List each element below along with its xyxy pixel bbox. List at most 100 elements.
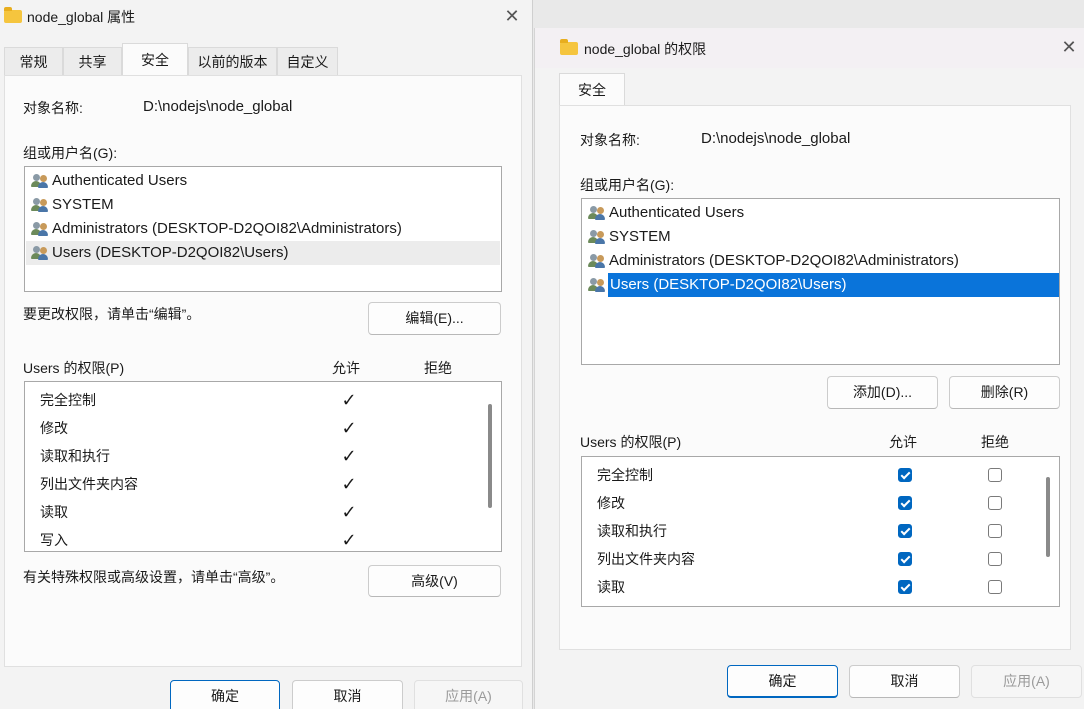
apply-button[interactable]: 应用(A) (971, 665, 1082, 698)
object-name-label: 对象名称: (23, 100, 83, 116)
allow-check-icon: ✓ (341, 446, 357, 466)
permission-row: 修改 (582, 489, 1059, 517)
deny-checkbox[interactable] (988, 580, 1002, 594)
window-title: node_global 属性 (27, 9, 136, 25)
close-icon[interactable]: ✕ (502, 6, 522, 26)
cancel-button[interactable]: 取消 (849, 665, 960, 698)
permission-name: 完全控制 (40, 392, 96, 408)
deny-checkbox[interactable] (988, 552, 1002, 566)
cancel-button[interactable]: 取消 (292, 680, 403, 709)
permission-row: 完全控制 (582, 461, 1059, 489)
tab-general[interactable]: 常规 (4, 47, 63, 75)
permissions-list: 完全控制 修改 读取和执行 列出文件夹内容 读取 (581, 456, 1060, 607)
users-group-icon (31, 221, 49, 237)
user-name: Administrators (DESKTOP-D2QOI82\Administ… (52, 220, 402, 237)
allow-header: 允许 (889, 434, 917, 450)
permission-name: 列出文件夹内容 (40, 476, 138, 492)
deny-checkbox[interactable] (988, 524, 1002, 538)
users-group-icon (588, 253, 606, 269)
list-item[interactable]: Administrators (DESKTOP-D2QOI82\Administ… (26, 217, 500, 241)
permission-row: 读取和执行 (582, 517, 1059, 545)
advanced-button[interactable]: 高级(V) (368, 565, 501, 597)
deny-checkbox[interactable] (988, 468, 1002, 482)
allow-checkbox[interactable] (898, 552, 912, 566)
group-user-label: 组或用户名(G): (580, 177, 675, 193)
user-name: SYSTEM (609, 228, 671, 245)
user-name: Users (DESKTOP-D2QOI82\Users) (52, 244, 289, 261)
permission-row: 列出文件夹内容 (582, 545, 1059, 573)
tab-security[interactable]: 安全 (122, 43, 188, 75)
permission-name: 修改 (40, 420, 68, 436)
permission-row: 完全控制 ✓ (25, 386, 501, 414)
remove-button[interactable]: 删除(R) (949, 376, 1060, 409)
title-bar: node_global 的权限 ✕ (535, 28, 1084, 68)
list-item[interactable]: SYSTEM (583, 225, 1058, 249)
scrollbar-thumb[interactable] (1046, 477, 1050, 557)
list-item[interactable]: Authenticated Users (26, 169, 500, 193)
selected-user-name: Users (DESKTOP-D2QOI82\Users) (608, 273, 1059, 297)
allow-check-icon: ✓ (341, 502, 357, 522)
group-user-label: 组或用户名(G): (23, 145, 118, 161)
tab-security[interactable]: 安全 (559, 73, 625, 105)
add-button-label: 添加(D)... (852, 384, 913, 400)
permission-name: 读取 (40, 504, 68, 520)
allow-check-icon: ✓ (341, 418, 357, 438)
tab-customize[interactable]: 自定义 (277, 47, 338, 75)
folder-icon (4, 7, 22, 23)
users-group-icon (31, 197, 49, 213)
user-list[interactable]: Authenticated Users SYSTEM Administrator… (581, 198, 1060, 365)
permission-row: 读取 (582, 573, 1059, 601)
list-item[interactable]: SYSTEM (26, 193, 500, 217)
deny-checkbox[interactable] (988, 496, 1002, 510)
allow-checkbox[interactable] (898, 496, 912, 510)
permissions-dialog: node_global 的权限 ✕ 安全 对象名称: D:\nodejs\nod… (534, 28, 1084, 709)
users-group-icon (588, 205, 606, 221)
tab-sharing[interactable]: 共享 (63, 47, 122, 75)
permission-name: 读取和执行 (40, 448, 110, 464)
permission-row: 读取 ✓ (25, 498, 501, 526)
allow-checkbox[interactable] (898, 580, 912, 594)
tab-strip: 安全 (535, 73, 1084, 107)
users-group-icon (588, 229, 606, 245)
permission-name: 修改 (597, 495, 625, 511)
permission-row: 修改 ✓ (25, 414, 501, 442)
users-group-icon (31, 245, 49, 261)
permission-name: 读取 (597, 579, 625, 595)
allow-checkbox[interactable] (898, 468, 912, 482)
window-title: node_global 的权限 (584, 41, 707, 57)
permissions-list: 完全控制 ✓ 修改 ✓ 读取和执行 ✓ 列出文件夹内容 ✓ 读取 ✓ 写入 ✓ (24, 381, 502, 552)
ok-button[interactable]: 确定 (170, 680, 280, 709)
add-button[interactable]: 添加(D)... (827, 376, 938, 409)
allow-check-icon: ✓ (341, 530, 357, 550)
list-item[interactable]: Users (DESKTOP-D2QOI82\Users) (26, 241, 500, 265)
properties-dialog: node_global 属性 ✕ 常规 共享 安全 以前的版本 自定义 对象名称… (0, 0, 533, 709)
allow-checkbox[interactable] (898, 524, 912, 538)
object-name-value: D:\nodejs\node_global (143, 98, 293, 115)
permission-row: 读取和执行 ✓ (25, 442, 501, 470)
folder-icon (560, 39, 578, 55)
permission-row: 列出文件夹内容 ✓ (25, 470, 501, 498)
permission-name: 读取和执行 (597, 523, 667, 539)
user-name: Authenticated Users (52, 172, 188, 189)
advanced-hint: 有关特殊权限或高级设置，请单击“高级”。 (23, 569, 285, 585)
title-bar: node_global 属性 ✕ (0, 0, 532, 34)
list-item-selected[interactable]: Users (DESKTOP-D2QOI82\Users) (583, 273, 1059, 297)
close-icon[interactable]: ✕ (1059, 37, 1079, 57)
user-name: Authenticated Users (609, 204, 745, 221)
remove-button-label: 删除(R) (980, 384, 1029, 400)
list-item[interactable]: Authenticated Users (583, 201, 1058, 225)
permission-name: 完全控制 (597, 467, 653, 483)
object-name-value: D:\nodejs\node_global (701, 130, 851, 147)
ok-button[interactable]: 确定 (727, 665, 838, 698)
edit-button[interactable]: 编辑(E)... (368, 302, 501, 335)
permission-name: 写入 (40, 532, 68, 548)
apply-button[interactable]: 应用(A) (414, 680, 523, 709)
tab-previous-versions[interactable]: 以前的版本 (188, 47, 277, 75)
tab-strip: 常规 共享 安全 以前的版本 自定义 (0, 43, 532, 77)
users-group-icon (588, 277, 606, 293)
scrollbar-thumb[interactable] (488, 404, 492, 508)
deny-header: 拒绝 (424, 360, 452, 376)
user-list[interactable]: Authenticated Users SYSTEM Administrator… (24, 166, 502, 292)
list-item[interactable]: Administrators (DESKTOP-D2QOI82\Administ… (583, 249, 1058, 273)
deny-header: 拒绝 (981, 434, 1009, 450)
